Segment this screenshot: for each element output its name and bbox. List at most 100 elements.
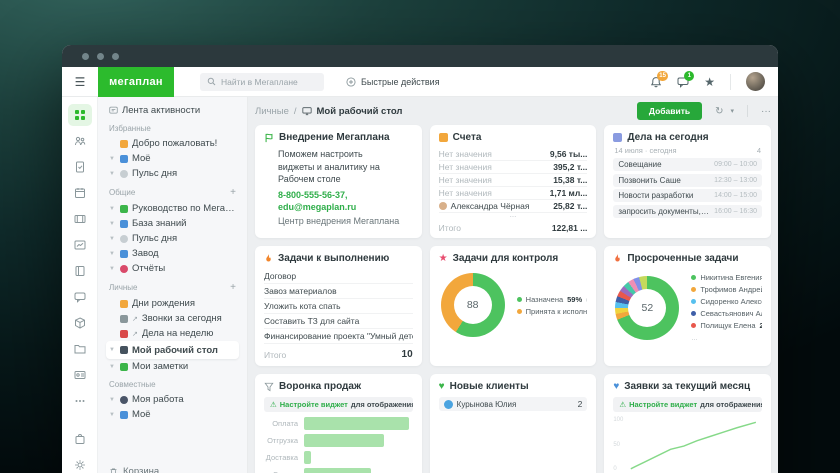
sidebar-item-calls-today[interactable]: ▼ ↗ Звонки за сегодня [106,311,239,326]
more-options-button[interactable]: ··· [761,106,771,117]
quick-actions-button[interactable]: Быстрые действия [346,77,440,87]
megaplan-logo[interactable]: мегаплан [98,67,174,97]
client-row[interactable]: Курынова Юлия 2 [439,397,588,411]
collapsed-rows-indicator[interactable]: ... [439,213,588,220]
today-date: 14 июля · сегодня [614,146,676,155]
item-icon [120,140,128,148]
rail-projects-icon[interactable] [68,208,92,230]
rail-staff-icon[interactable] [68,130,92,152]
search-input[interactable] [221,77,317,87]
favorites-star-icon[interactable]: ★ [704,76,715,88]
window-control-dot[interactable] [112,53,119,60]
sidebar-item-knowledge-base[interactable]: ▼ База знаний [106,216,239,231]
chevron-down-icon[interactable]: ▼ [109,364,116,370]
sidebar-item-plant[interactable]: ▼ Завод [106,246,239,261]
chevron-down-icon[interactable]: ▼ [109,397,116,403]
invoice-row[interactable]: Нет значения15,38 т... [439,174,588,187]
messages-button[interactable]: 1 [677,76,689,88]
chevron-down-icon[interactable]: ▼ [109,412,116,418]
sidebar-item-my-notes[interactable]: ▼ Мои заметки [106,359,239,374]
rail-knowledge-icon[interactable] [68,260,92,282]
desktop-icon [302,106,312,116]
rail-more-icon[interactable] [68,390,92,412]
task-row[interactable]: Составить ТЗ для сайта [264,314,413,329]
breadcrumb-parent[interactable]: Личные [255,106,289,117]
rail-settings-gear-icon[interactable] [68,454,92,473]
refresh-icon[interactable]: ↻ [715,106,723,117]
sidebar-item-reports[interactable]: ▼ Отчёты [106,261,239,276]
rail-finance-icon[interactable] [68,364,92,386]
event-row[interactable]: Совещание09:00 – 10:00 [613,158,762,171]
sidebar-item-welcome[interactable]: ▼ Добро пожаловать! [106,136,239,151]
event-row[interactable]: запросить документы, подтверждающ...16:0… [613,205,762,218]
chevron-down-icon[interactable]: ▼ [109,171,116,177]
contact-link[interactable]: 8-800-555-56-37, edu@megaplan.ru [278,189,390,213]
donut-total: 52 [615,276,679,340]
sidebar-item-trash[interactable]: Корзина [106,466,239,473]
notifications-button[interactable]: 15 [650,76,662,88]
rail-products-icon[interactable] [68,312,92,334]
chevron-down-icon[interactable]: ▼ [109,206,116,212]
hamburger-menu-icon[interactable]: ☰ [62,75,98,89]
sidebar-item-pulse[interactable]: ▼ Пульс дня [106,166,239,181]
sidebar-item-my-desktop[interactable]: ▼ Мой рабочий стол [106,341,239,359]
funnel-bar [304,417,409,430]
header-right: 15 1 ★ [650,72,778,91]
shared-arrow-icon: ↗ [132,330,138,338]
configure-widget-link[interactable]: Настройте виджет [280,400,348,409]
item-icon [120,396,128,404]
donut-chart: 52 [615,276,679,340]
legend-more[interactable]: ... [691,333,762,342]
chevron-down-icon[interactable]: ▼ [109,236,116,242]
chevron-down-icon[interactable]: ▼ [109,221,116,227]
add-section-item-button[interactable]: + [230,282,236,293]
rail-shop-icon[interactable] [68,428,92,450]
task-row[interactable]: Уложить кота спать [264,299,413,314]
sidebar-item-pulse-common[interactable]: ▼ Пульс дня [106,231,239,246]
invoice-row[interactable]: Нет значения395,2 т... [439,161,588,174]
event-row[interactable]: Новости разработки14:00 – 15:00 [613,189,762,202]
funnel-bar-row: Доставка [264,451,413,464]
rail-reports-icon[interactable] [68,234,92,256]
shared-arrow-icon: ↗ [132,315,138,323]
user-avatar[interactable] [746,72,765,91]
rail-documents-icon[interactable] [68,338,92,360]
flame-icon [613,253,622,264]
sidebar-item-my[interactable]: ▼ Моё [106,151,239,166]
legend-item: Севастьянович Алла2%(1) [691,309,762,318]
window-control-dot[interactable] [82,53,89,60]
window-control-dot[interactable] [97,53,104,60]
configure-widget-link[interactable]: Настройте виджет [629,400,697,409]
add-section-item-button[interactable]: + [230,187,236,198]
rail-tasks-icon[interactable] [68,156,92,178]
task-row[interactable]: Договор [264,269,413,284]
widget-today-events: Дела на сегодня 14 июля · сегодня 4 Сове… [604,125,771,238]
funnel-bar [304,434,384,447]
event-row[interactable]: Позвонить Саше12:30 – 13:00 [613,174,762,187]
sidebar-item-feed[interactable]: Лента активности [106,103,239,118]
add-button[interactable]: Добавить [637,102,702,120]
task-row[interactable]: Завоз материалов [264,284,413,299]
chevron-down-icon[interactable]: ▼ [109,347,116,353]
sidebar-item-my-work[interactable]: ▼ Моя работа [106,392,239,407]
sidebar-item-week-tasks[interactable]: ▼ ↗ Дела на неделю [106,326,239,341]
implementation-text: Поможем настроить виджеты и аналитику на… [278,148,400,186]
global-search[interactable] [200,73,324,91]
chevron-down-icon[interactable]: ▼ [109,266,116,272]
sidebar-item-guide[interactable]: ▼ Руководство по Мегаплану [106,201,239,216]
legend-dot [517,309,522,314]
legend-dot [691,299,696,304]
invoice-row[interactable]: Нет значения9,56 ты... [439,148,588,161]
task-row[interactable]: Финансирование проекта "Умный детский до… [264,329,413,344]
chevron-down-icon[interactable]: ▼ [109,156,116,162]
refresh-chevron-icon[interactable]: ▾ [730,107,734,115]
sidebar-item-birthdays[interactable]: ▼ Дни рождения [106,296,239,311]
chevron-down-icon[interactable]: ▼ [109,251,116,257]
trash-icon [109,467,118,473]
rail-calendar-icon[interactable] [68,182,92,204]
invoice-row[interactable]: Нет значения1,71 мл... [439,187,588,200]
rail-chat-icon[interactable] [68,286,92,308]
browser-window: ☰ мегаплан Быстрые действия 15 [62,45,778,473]
sidebar-item-my-shared[interactable]: ▼ Моё [106,407,239,422]
rail-dashboard-icon[interactable] [68,104,92,126]
